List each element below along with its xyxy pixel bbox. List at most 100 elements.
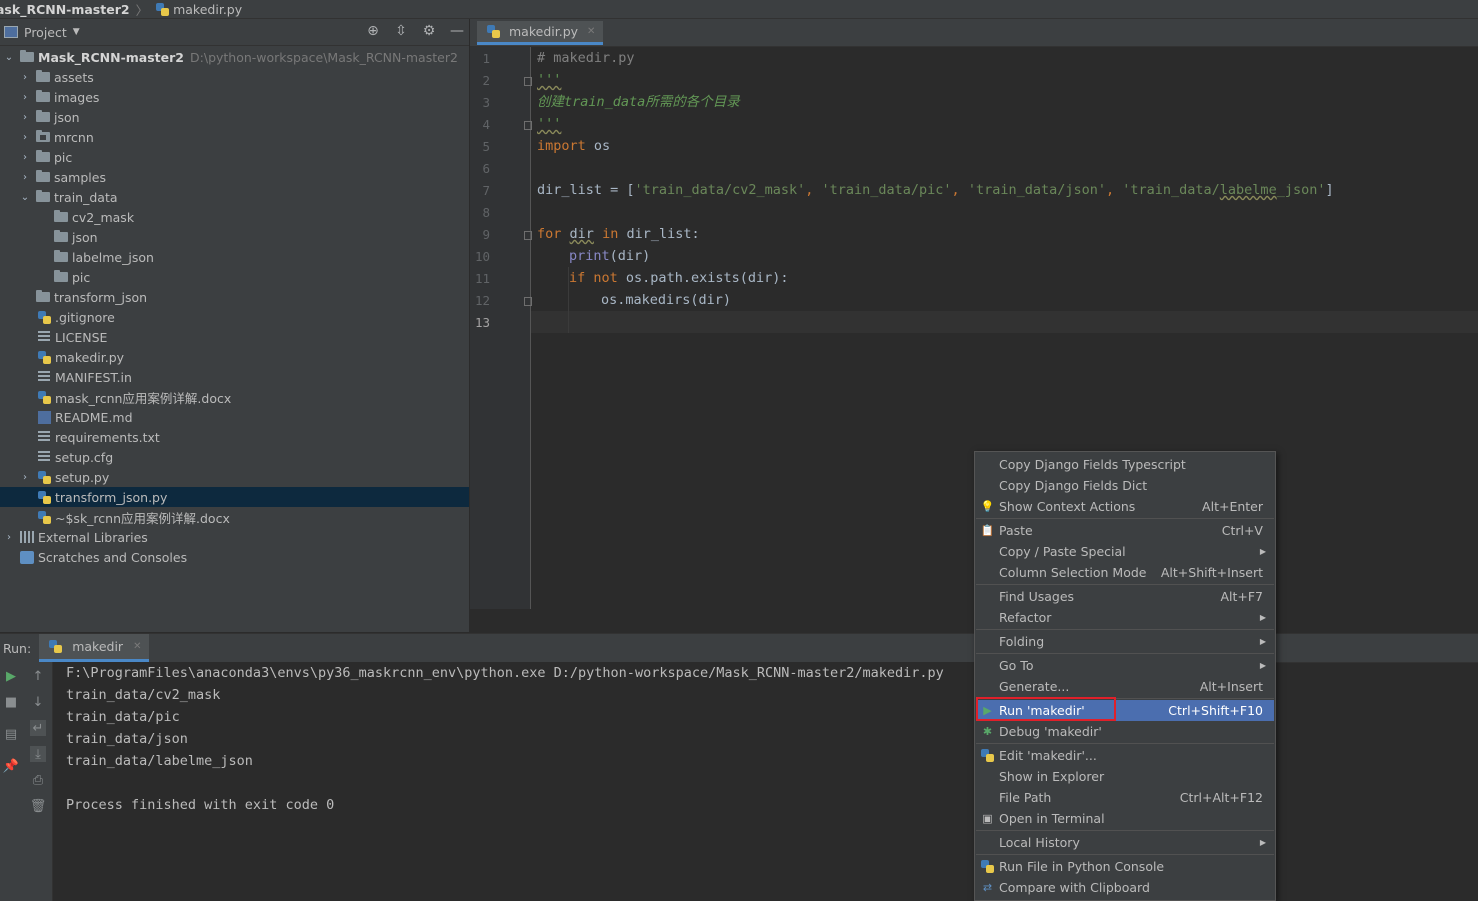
chevron-right-icon[interactable]: ›: [20, 92, 30, 103]
chevron-right-icon[interactable]: ›: [20, 152, 30, 163]
run-tab-makedir[interactable]: makedir ✕: [39, 634, 150, 662]
tree-item-json[interactable]: › json: [0, 107, 469, 127]
tree-item-mrcnn[interactable]: › mrcnn: [0, 127, 469, 147]
menu-item-go-to[interactable]: Go To ▶: [976, 655, 1274, 676]
menu-item-copy-django-typescript[interactable]: Copy Django Fields Typescript: [976, 454, 1274, 475]
tree-item-manifest[interactable]: MANIFEST.in: [0, 367, 469, 387]
tree-item-requirements[interactable]: requirements.txt: [0, 427, 469, 447]
menu-item-file-path[interactable]: File Path Ctrl+Alt+F12: [976, 787, 1274, 808]
menu-item-generate[interactable]: Generate... Alt+Insert: [976, 676, 1274, 697]
trash-icon[interactable]: 🗑: [30, 798, 47, 814]
tree-item-scratches[interactable]: Scratches and Consoles: [0, 547, 469, 567]
chevron-right-icon[interactable]: ›: [20, 132, 30, 143]
breadcrumb: ask_RCNN-master2 〉 makedir.py: [0, 0, 1478, 19]
tree-item-gitignore[interactable]: .gitignore: [0, 307, 469, 327]
tree-item-pic[interactable]: › pic: [0, 147, 469, 167]
menu-item-copy-django-dict[interactable]: Copy Django Fields Dict: [976, 475, 1274, 496]
chevron-right-icon[interactable]: ›: [20, 172, 30, 183]
project-view-selector[interactable]: Project ▼: [4, 25, 80, 40]
tree-item-setup-py[interactable]: › setup.py: [0, 467, 469, 487]
menu-item-open-in-terminal[interactable]: ▣ Open in Terminal: [976, 808, 1274, 829]
tree-label: assets: [54, 69, 94, 85]
folder-icon: [36, 90, 50, 102]
tree-item-project-root[interactable]: ⌄ Mask_RCNN-master2 D:\python-workspace\…: [0, 47, 469, 67]
code-line-11: if not os.path.exists(dir):: [569, 267, 788, 289]
context-menu: Copy Django Fields Typescript Copy Djang…: [974, 451, 1276, 901]
submenu-arrow-icon: ▶: [1259, 547, 1266, 556]
tree-label: transform_json: [54, 289, 148, 305]
tree-item-train-pic[interactable]: pic: [0, 267, 469, 287]
run-console[interactable]: F:\ProgramFiles\anaconda3\envs\py36_mask…: [53, 662, 978, 901]
tree-item-labelme-json[interactable]: labelme_json: [0, 247, 469, 267]
menu-item-folding[interactable]: Folding ▶: [976, 631, 1274, 652]
soft-wrap-icon[interactable]: ↵: [30, 720, 46, 736]
tree-item-transform-json-py[interactable]: transform_json.py: [0, 487, 469, 507]
menu-item-show-context-actions[interactable]: 💡 Show Context Actions Alt+Enter: [976, 496, 1274, 517]
breadcrumb-file[interactable]: makedir.py: [173, 2, 242, 17]
chevron-down-icon[interactable]: ⌄: [20, 192, 30, 203]
menu-item-find-usages[interactable]: Find Usages Alt+F7: [976, 586, 1274, 607]
menu-separator: [976, 584, 1274, 585]
folder-icon: [54, 230, 68, 242]
tree-item-transform-json[interactable]: transform_json: [0, 287, 469, 307]
tree-label: labelme_json: [72, 249, 154, 265]
chevron-down-icon[interactable]: ⌄: [4, 52, 14, 63]
scroll-to-end-icon[interactable]: ⤓: [30, 746, 46, 762]
comma: ,: [951, 182, 968, 198]
tree-item-docx[interactable]: mask_rcnn应用案例详解.docx: [0, 387, 469, 407]
chevron-right-icon[interactable]: ›: [4, 532, 14, 543]
tree-item-license[interactable]: LICENSE: [0, 327, 469, 347]
stop-icon[interactable]: ■: [3, 694, 19, 710]
menu-item-refactor[interactable]: Refactor ▶: [976, 607, 1274, 628]
code-text: dir: [569, 226, 594, 242]
tree-item-temp-docx[interactable]: ~$sk_rcnn应用案例详解.docx: [0, 507, 469, 527]
tree-item-train-json[interactable]: json: [0, 227, 469, 247]
breadcrumb-project[interactable]: ask_RCNN-master2: [0, 2, 130, 17]
menu-item-column-selection[interactable]: Column Selection Mode Alt+Shift+Insert: [976, 562, 1274, 583]
line-number: 8: [482, 205, 490, 220]
menu-item-show-in-explorer[interactable]: Show in Explorer: [976, 766, 1274, 787]
tree-item-external-libraries[interactable]: › External Libraries: [0, 527, 469, 547]
print-icon[interactable]: ⎙: [30, 772, 46, 788]
menu-item-copy-paste-special[interactable]: Copy / Paste Special ▶: [976, 541, 1274, 562]
arrow-down-icon[interactable]: ↓: [30, 694, 46, 710]
chevron-right-icon[interactable]: ›: [20, 472, 30, 483]
close-icon[interactable]: ✕: [587, 26, 595, 37]
tree-item-assets[interactable]: › assets: [0, 67, 469, 87]
code-line-7: dir_list = ['train_data/cv2_mask', 'trai…: [537, 179, 1334, 201]
collapse-all-icon[interactable]: ⇳: [393, 23, 409, 39]
tree-item-makedir-py[interactable]: makedir.py: [0, 347, 469, 367]
tree-item-readme[interactable]: README.md: [0, 407, 469, 427]
docstring-text: train_data: [564, 94, 646, 110]
rerun-icon[interactable]: ▶: [3, 668, 19, 684]
menu-item-compare-with-clipboard[interactable]: ⇄ Compare with Clipboard: [976, 877, 1274, 898]
chevron-right-icon[interactable]: ›: [20, 72, 30, 83]
menu-item-debug-makedir[interactable]: ✱ Debug 'makedir': [976, 721, 1274, 742]
tree-item-images[interactable]: › images: [0, 87, 469, 107]
minimize-icon[interactable]: —: [449, 23, 465, 39]
locate-file-icon[interactable]: ⊕: [365, 23, 381, 39]
editor-tab-makedir[interactable]: makedir.py ✕: [477, 21, 604, 45]
menu-item-local-history[interactable]: Local History ▶: [976, 832, 1274, 853]
gear-icon[interactable]: ⚙: [421, 23, 437, 39]
arrow-up-icon[interactable]: ↑: [30, 668, 46, 684]
compare-icon: ⇄: [982, 881, 993, 894]
tree-item-samples[interactable]: › samples: [0, 167, 469, 187]
tree-label: pic: [72, 269, 91, 285]
line-number-gutter: 1 2 3 4 5 6 7 8 9 10 11 12 13: [470, 47, 532, 609]
tree-item-train-data[interactable]: ⌄ train_data: [0, 187, 469, 207]
menu-item-paste[interactable]: 📋 Paste Ctrl+V: [976, 520, 1274, 541]
close-icon[interactable]: ✕: [133, 641, 141, 652]
file-icon: [38, 310, 51, 324]
menu-item-edit-makedir[interactable]: Edit 'makedir'...: [976, 745, 1274, 766]
tree-label: Scratches and Consoles: [38, 549, 188, 565]
layout-icon[interactable]: ▤: [3, 726, 19, 742]
code-line-1: # makedir.py: [537, 50, 635, 66]
pin-icon[interactable]: 📌: [3, 758, 19, 774]
code-text: os: [585, 138, 611, 154]
menu-separator: [976, 518, 1274, 519]
chevron-right-icon[interactable]: ›: [20, 112, 30, 123]
tree-item-cv2-mask[interactable]: cv2_mask: [0, 207, 469, 227]
menu-item-run-in-python-console[interactable]: Run File in Python Console: [976, 856, 1274, 877]
tree-item-setup-cfg[interactable]: setup.cfg: [0, 447, 469, 467]
